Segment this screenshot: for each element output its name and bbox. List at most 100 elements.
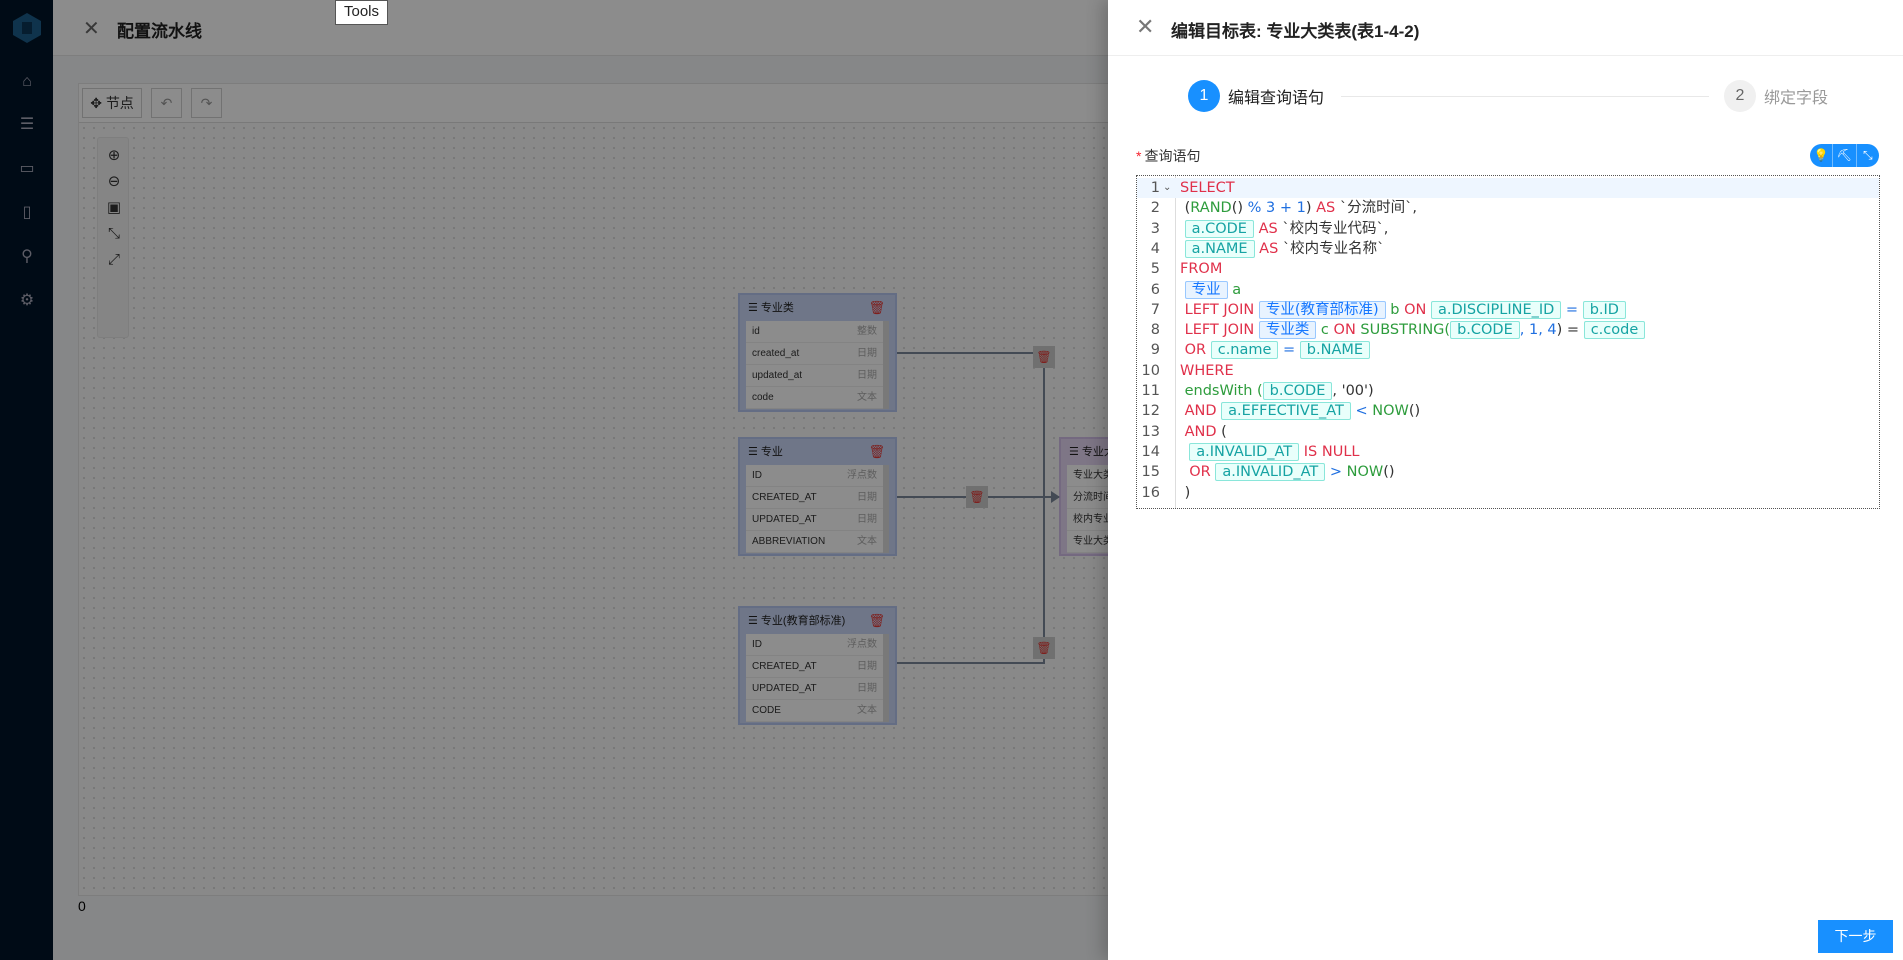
step-number: 1: [1188, 80, 1220, 112]
code-text: a.CODE AS `校内专业代码`,: [1180, 219, 1388, 239]
code-token: b: [1385, 301, 1405, 318]
code-token: >: [1325, 464, 1347, 481]
code-token: AS: [1311, 200, 1340, 217]
column-chip[interactable]: c.code: [1583, 321, 1646, 340]
table-chip[interactable]: 专业类: [1258, 321, 1317, 340]
code-token: SELECT: [1180, 180, 1235, 196]
code-text: OR c.name = b.NAME: [1180, 340, 1371, 360]
code-line: 6 专业 a: [1137, 280, 1879, 300]
query-label: * 查询语句: [1136, 146, 1200, 166]
line-number: 6: [1150, 281, 1160, 298]
code-token: (): [1408, 403, 1421, 420]
drawer-title: 编辑目标表: 专业大类表(表1-4-2): [1171, 22, 1420, 41]
code-text: (RAND() % 3 + 1) AS `分流时间`,: [1180, 198, 1417, 218]
code-token: AS: [1253, 220, 1283, 237]
code-line: 2 (RAND() % 3 + 1) AS `分流时间`,: [1137, 198, 1879, 218]
code-token: , '00'): [1332, 383, 1374, 399]
code-token: AND: [1180, 423, 1222, 440]
edit-target-drawer: ✕ 编辑目标表: 专业大类表(表1-4-2) 1 编辑查询语句 2 绑定字段 *…: [1108, 0, 1903, 960]
column-chip[interactable]: b.NAME: [1299, 341, 1371, 360]
code-token: ON: [1404, 301, 1431, 318]
code-token: NOW: [1372, 403, 1409, 420]
collapse-icon[interactable]: ⤡: [1857, 144, 1879, 167]
code-token: AS: [1254, 240, 1283, 257]
code-text: AND (: [1180, 422, 1227, 442]
table-chip[interactable]: 专业: [1184, 280, 1228, 299]
required-mark: *: [1136, 148, 1142, 164]
line-number: 16: [1141, 484, 1160, 501]
code-line: 12 AND a.EFFECTIVE_AT < NOW(): [1137, 401, 1879, 421]
sql-editor[interactable]: 1 ⌄ SELECT 2 (RAND() % 3 + 1) AS `分流时间`, 3 a…: [1136, 175, 1880, 509]
code-text: FROM: [1180, 259, 1222, 279]
code-token: OR: [1180, 342, 1211, 359]
code-text: LEFT JOIN 专业(教育部标准) b ON a.DISCIPLINE_ID…: [1180, 300, 1626, 320]
code-token: AND: [1180, 403, 1222, 420]
code-line: 13 AND (: [1137, 422, 1879, 442]
line-number: 9: [1150, 342, 1160, 359]
code-token: SUBSTRING(: [1360, 322, 1451, 339]
code-token: =: [1561, 301, 1583, 318]
line-number: 12: [1141, 403, 1160, 420]
step-2: 2 绑定字段: [1724, 80, 1828, 112]
code-text: SELECT: [1180, 178, 1235, 198]
code-line: 5 FROM: [1137, 259, 1879, 279]
editor-tools: 💡 ⛏ ⤡: [1810, 144, 1879, 167]
code-token: ): [1180, 484, 1191, 501]
code-line: 10 WHERE: [1137, 361, 1879, 381]
code-text: WHERE: [1180, 361, 1234, 381]
column-chip[interactable]: b.ID: [1582, 300, 1626, 319]
code-token: RAND: [1190, 200, 1232, 217]
column-chip[interactable]: c.name: [1210, 341, 1279, 360]
code-token: `分流时间`,: [1339, 200, 1417, 217]
column-chip[interactable]: a.INVALID_AT: [1215, 463, 1326, 482]
code-text: OR a.INVALID_AT > NOW(): [1180, 462, 1395, 482]
code-token: LEFT JOIN: [1180, 322, 1259, 339]
code-token: ) =: [1556, 322, 1584, 339]
modal-mask[interactable]: [0, 0, 1108, 960]
line-number: 10: [1141, 362, 1160, 379]
step-label: 编辑查询语句: [1228, 90, 1325, 107]
line-number: 8: [1150, 322, 1160, 339]
column-chip[interactable]: a.INVALID_AT: [1189, 442, 1300, 461]
code-token: (): [1231, 200, 1244, 217]
next-step-button[interactable]: 下一步: [1818, 920, 1893, 953]
code-token: `校内专业代码`,: [1282, 220, 1389, 237]
column-chip[interactable]: a.EFFECTIVE_AT: [1221, 402, 1351, 421]
code-token: <: [1350, 403, 1373, 420]
code-token: `校内专业名称`: [1282, 240, 1385, 257]
code-token: a: [1227, 281, 1242, 298]
code-text: endsWith (b.CODE, '00'): [1180, 381, 1374, 401]
format-brush-icon[interactable]: ⛏: [1833, 144, 1857, 167]
column-chip[interactable]: a.DISCIPLINE_ID: [1430, 300, 1562, 319]
line-number: 13: [1141, 423, 1160, 440]
drawer-header: ✕ 编辑目标表: 专业大类表(表1-4-2): [1108, 0, 1903, 56]
code-line: 9 OR c.name = b.NAME: [1137, 340, 1879, 360]
code-text: 专业 a: [1180, 280, 1241, 300]
code-token: NOW: [1346, 464, 1384, 481]
code-line: 8 LEFT JOIN 专业类 c ON SUBSTRING(b.CODE, 1…: [1137, 320, 1879, 340]
code-text: a.NAME AS `校内专业名称`: [1180, 239, 1384, 259]
code-token: FROM: [1180, 261, 1223, 278]
code-token: OR: [1180, 464, 1216, 481]
fold-icon[interactable]: ⌄: [1163, 178, 1171, 198]
table-chip[interactable]: 专业(教育部标准): [1258, 300, 1386, 319]
bulb-icon[interactable]: 💡: [1810, 144, 1834, 167]
code-token: IS NULL: [1299, 443, 1360, 460]
column-chip[interactable]: b.CODE: [1450, 321, 1520, 340]
column-chip[interactable]: a.NAME: [1184, 239, 1255, 258]
line-number: 1: [1150, 180, 1160, 196]
close-icon[interactable]: ✕: [1136, 14, 1154, 40]
code-line: 11 endsWith (b.CODE, '00'): [1137, 381, 1879, 401]
query-label-text: 查询语句: [1144, 148, 1201, 164]
code-token: ON: [1333, 322, 1361, 339]
code-line: 14 a.INVALID_AT IS NULL: [1137, 442, 1879, 462]
code-line: 7 LEFT JOIN 专业(教育部标准) b ON a.DISCIPLINE_…: [1137, 300, 1879, 320]
line-number: 3: [1150, 220, 1160, 237]
column-chip[interactable]: b.CODE: [1262, 382, 1333, 400]
column-chip[interactable]: a.CODE: [1184, 219, 1254, 238]
step-number: 2: [1724, 80, 1756, 112]
